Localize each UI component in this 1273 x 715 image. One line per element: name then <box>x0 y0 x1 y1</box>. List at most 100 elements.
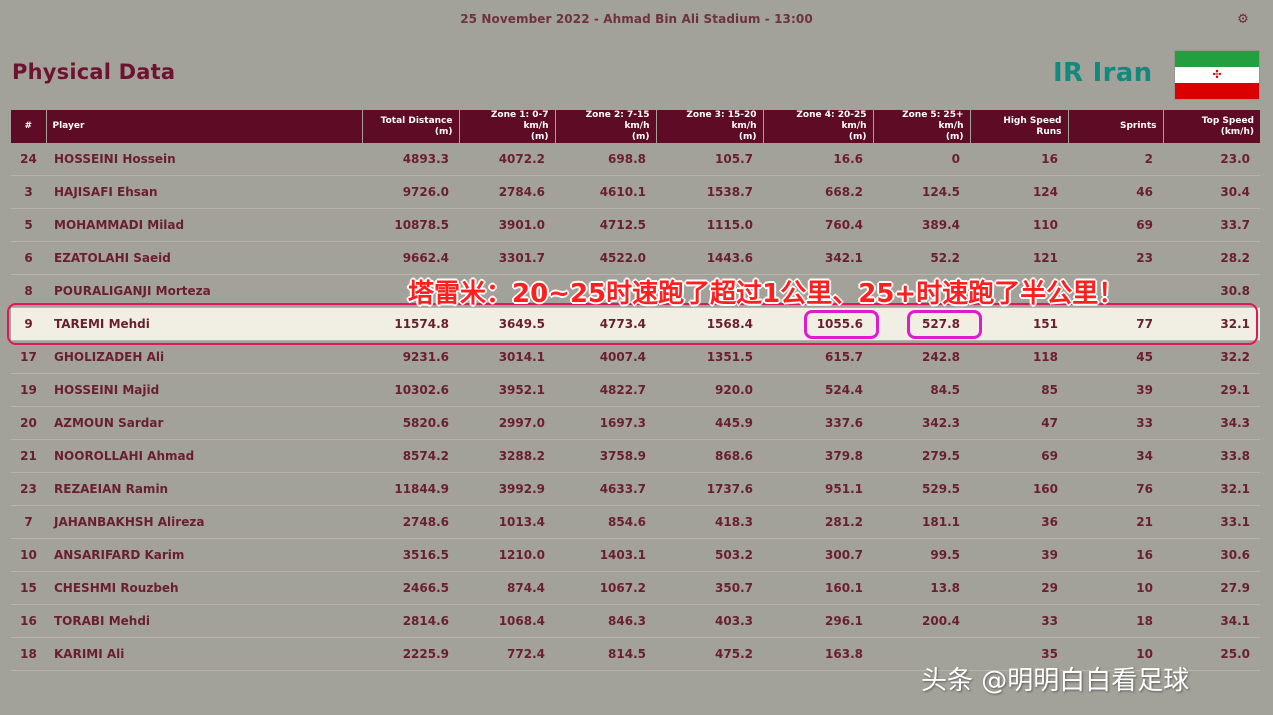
cell-value: 121 <box>970 241 1068 275</box>
cell-value: 34.1 <box>1163 604 1260 638</box>
cell-value: 29 <box>970 571 1068 605</box>
cell-value: 27.9 <box>1163 571 1260 605</box>
cell-value: 33 <box>970 604 1068 638</box>
cell-value: 772.4 <box>459 637 555 671</box>
table-body: 24 HOSSEINI Hossein 4893.3 4072.2 698.8 105.7… <box>11 143 1260 671</box>
cell-value: 9231.6 <box>362 340 459 374</box>
cell-value: 1443.6 <box>656 241 763 275</box>
column-header[interactable]: Sprints <box>1068 110 1164 143</box>
cell-value: 200.4 <box>873 604 970 638</box>
table-row[interactable]: 15 CHESHMI Rouzbeh 2466.5 874.4 1067.2 350.7 1… <box>11 571 1260 605</box>
cell-value: 445.9 <box>656 406 763 440</box>
cell-value: 2225.9 <box>362 637 459 671</box>
flag-emblem-icon: ✣ <box>1212 68 1222 81</box>
column-header-label: Zone 2: 7-15 km/h <box>585 110 650 131</box>
cell-value: 4522.0 <box>555 241 656 275</box>
column-header[interactable]: Top Speed (km/h) <box>1163 110 1260 143</box>
cell-rank: 20 <box>11 406 46 440</box>
cell-value: 342.3 <box>873 406 970 440</box>
cell-value: 4072.2 <box>459 143 555 176</box>
column-header-label: # <box>24 121 33 131</box>
cell-player-name: AZMOUN Sardar <box>46 406 362 440</box>
cell-value: 16 <box>970 143 1068 176</box>
column-header-unit: (m) <box>848 132 867 142</box>
cell-value: 2 <box>1068 143 1163 176</box>
cell-value: 814.5 <box>555 637 656 671</box>
settings-gear-icon[interactable]: ⚙ <box>1235 12 1251 28</box>
cell-rank: 16 <box>11 604 46 638</box>
cell-value: 23.0 <box>1163 143 1260 176</box>
table-row[interactable]: 5 MOHAMMADI Milad 10878.5 3901.0 4712.5 1115.… <box>11 208 1260 242</box>
cell-value: 2997.0 <box>459 406 555 440</box>
column-header[interactable]: Zone 1: 0-7 km/h (m) <box>459 110 556 143</box>
column-header[interactable]: Player <box>46 110 363 143</box>
column-header[interactable]: Zone 3: 15-20 km/h (m) <box>656 110 764 143</box>
cell-value: 1351.5 <box>656 340 763 374</box>
cell-player-name: GHOLIZADEH Ali <box>46 340 362 374</box>
cell-value: 4610.1 <box>555 175 656 209</box>
page-title: Physical Data <box>12 60 176 84</box>
cell-value: 379.8 <box>763 439 873 473</box>
cell-value: 124.5 <box>873 175 970 209</box>
column-header[interactable]: Zone 4: 20-25 km/h (m) <box>763 110 874 143</box>
cell-value: 118 <box>970 340 1068 374</box>
cell-value: 1538.7 <box>656 175 763 209</box>
cell-player-name: HOSSEINI Hossein <box>46 143 362 176</box>
cell-rank: 19 <box>11 373 46 407</box>
column-header-label: Zone 5: 25+ km/h <box>902 110 964 131</box>
cell-value: 3901.0 <box>459 208 555 242</box>
cell-value: 160 <box>970 472 1068 506</box>
column-header[interactable]: Zone 2: 7-15 km/h (m) <box>555 110 657 143</box>
cell-value: 105.7 <box>656 143 763 176</box>
cell-value: 3288.2 <box>459 439 555 473</box>
table-row[interactable]: 21 NOOROLLAHI Ahmad 8574.2 3288.2 3758.9 868.… <box>11 439 1260 473</box>
cell-player-name: KARIMI Ali <box>46 637 362 671</box>
column-header-label: High Speed Runs <box>1003 115 1062 137</box>
cell-rank: 10 <box>11 538 46 572</box>
cell-value: 296.1 <box>763 604 873 638</box>
table-row[interactable]: 16 TORABI Mehdi 2814.6 1068.4 846.3 403.3 296.… <box>11 604 1260 638</box>
flag-red-stripe <box>1175 83 1259 99</box>
cell-value: 47 <box>970 406 1068 440</box>
cell-value: 9662.4 <box>362 241 459 275</box>
cell-value: 3758.9 <box>555 439 656 473</box>
table-row[interactable]: 24 HOSSEINI Hossein 4893.3 4072.2 698.8 105.7… <box>11 143 1260 176</box>
overlay-caption: 塔雷米：20~25时速跑了超过1公里、25+时速跑了半公里！ <box>408 279 1125 309</box>
table-row[interactable]: 6 EZATOLAHI Saeid 9662.4 3301.7 4522.0 1443.6… <box>11 241 1260 275</box>
table-row[interactable]: 7 JAHANBAKHSH Alireza 2748.6 1013.4 854.6 418… <box>11 505 1260 539</box>
cell-value: 242.8 <box>873 340 970 374</box>
cell-value: 4007.4 <box>555 340 656 374</box>
column-header[interactable]: High Speed Runs <box>970 110 1069 143</box>
watermark: 头条 @明明白白看足球 <box>921 666 1190 696</box>
flag-green-stripe <box>1175 51 1259 67</box>
table-row[interactable]: 23 REZAEIAN Ramin 11844.9 3992.9 4633.7 1737.… <box>11 472 1260 506</box>
cell-player-name: CHESHMI Rouzbeh <box>46 571 362 605</box>
cell-value: 16 <box>1068 538 1163 572</box>
cell-value: 36 <box>970 505 1068 539</box>
cell-value: 39 <box>970 538 1068 572</box>
table-row[interactable]: 10 ANSARIFARD Karim 3516.5 1210.0 1403.1 503.… <box>11 538 1260 572</box>
cell-value: 3952.1 <box>459 373 555 407</box>
cell-value: 1013.4 <box>459 505 555 539</box>
table-row[interactable]: 17 GHOLIZADEH Ali 9231.6 3014.1 4007.4 1351.5… <box>11 340 1260 374</box>
table-row[interactable]: 19 HOSSEINI Majid 10302.6 3952.1 4822.7 920.0… <box>11 373 1260 407</box>
cell-rank: 23 <box>11 472 46 506</box>
column-header-unit: (m) <box>945 132 964 142</box>
column-header[interactable]: Total Distance (m) <box>362 110 460 143</box>
cell-player-name: HAJISAFI Ehsan <box>46 175 362 209</box>
table-row[interactable]: 3 HAJISAFI Ehsan 9726.0 2784.6 4610.1 1538.7 6… <box>11 175 1260 209</box>
cell-value: 350.7 <box>656 571 763 605</box>
column-header-unit: (m) <box>434 126 453 137</box>
table-row[interactable]: 20 AZMOUN Sardar 5820.6 2997.0 1697.3 445.9 33… <box>11 406 1260 440</box>
column-header[interactable]: Zone 5: 25+ km/h (m) <box>873 110 971 143</box>
cell-value: 45 <box>1068 340 1163 374</box>
cell-value: 3014.1 <box>459 340 555 374</box>
column-header[interactable]: # <box>11 110 47 143</box>
cell-value: 9726.0 <box>362 175 459 209</box>
cell-value: 846.3 <box>555 604 656 638</box>
cell-value: 615.7 <box>763 340 873 374</box>
cell-value: 529.5 <box>873 472 970 506</box>
cell-value: 2784.6 <box>459 175 555 209</box>
cell-player-name: TORABI Mehdi <box>46 604 362 638</box>
cell-value: 279.5 <box>873 439 970 473</box>
